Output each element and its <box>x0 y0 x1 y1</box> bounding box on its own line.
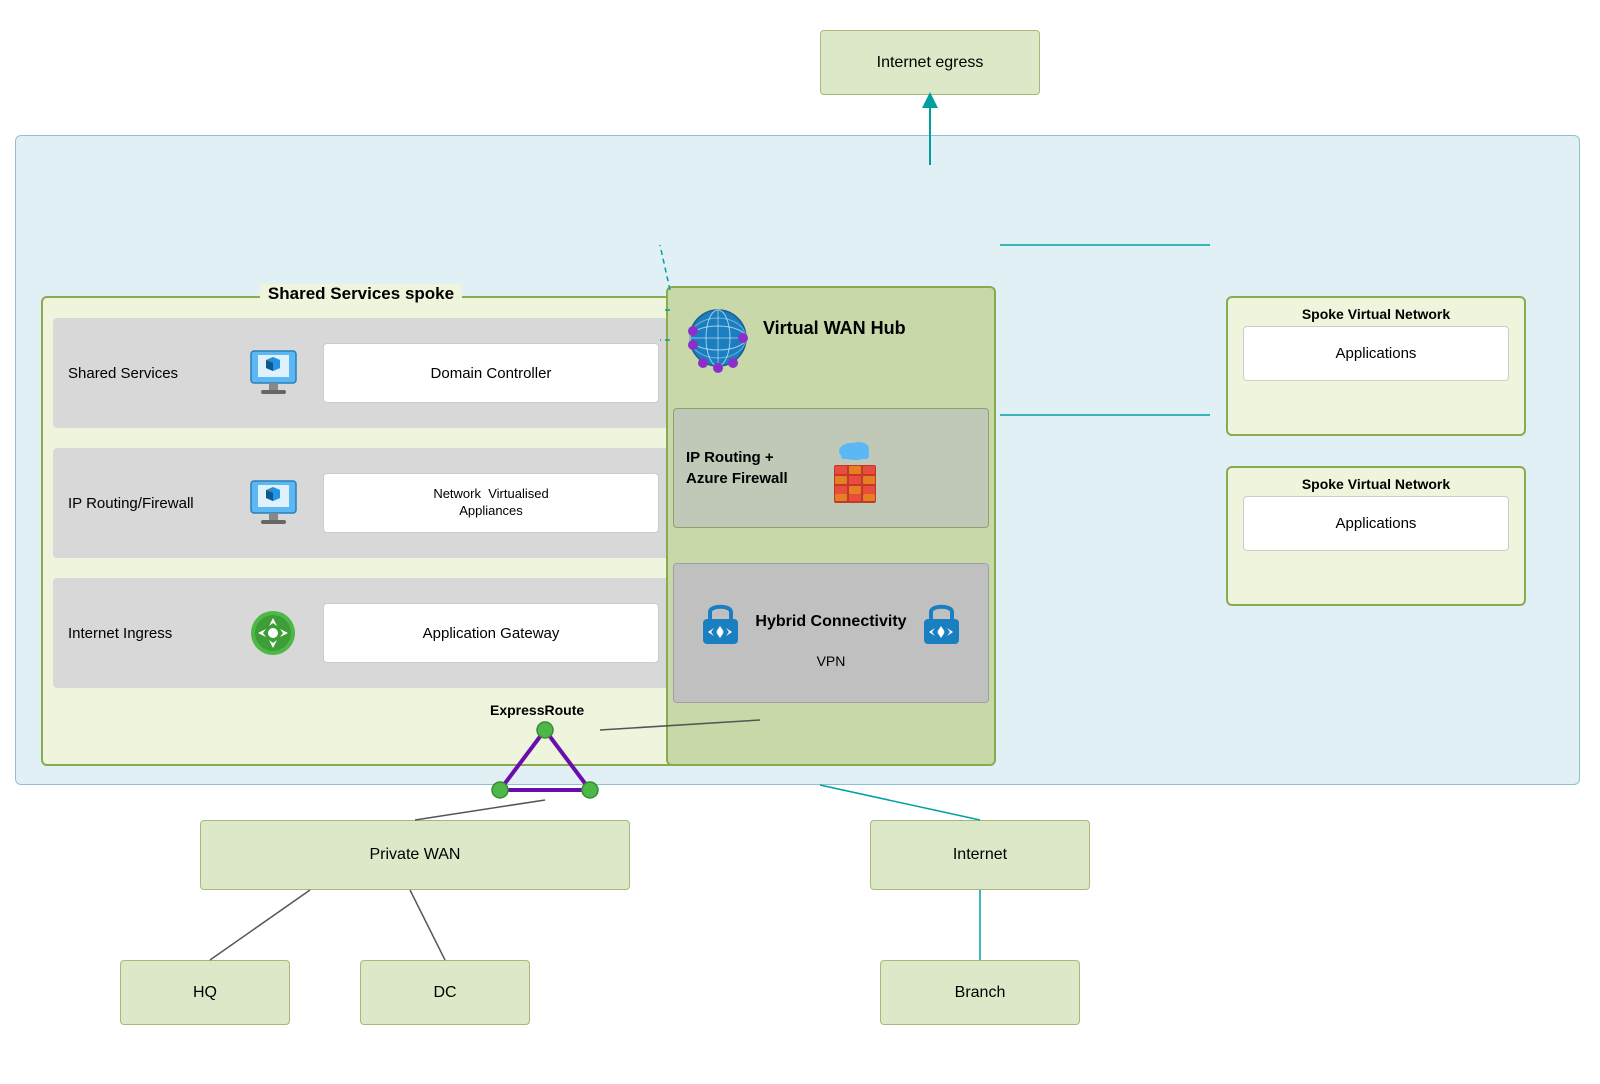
domain-controller-box: Domain Controller <box>323 343 659 403</box>
hq-label: HQ <box>193 984 217 1002</box>
monitor-icon-1 <box>233 346 313 401</box>
shared-services-spoke: Shared Services spoke Shared Services <box>41 296 681 766</box>
expressroute-area: ExpressRoute <box>485 720 605 805</box>
monitor-icon-2 <box>233 476 313 531</box>
service-row-ip-routing: IP Routing/Firewall Network VirtualisedA <box>53 448 669 558</box>
application-gateway-box: Application Gateway <box>323 603 659 663</box>
ip-routing-azure-label: IP Routing +Azure Firewall <box>674 447 834 489</box>
hybrid-connectivity-box: Hybrid Connectivity VPN <box>673 563 989 703</box>
internet-box: Internet <box>870 820 1090 890</box>
spoke-vnet-1: Spoke Virtual Network Applications <box>1226 296 1526 436</box>
shared-services-label: Shared Services <box>53 365 233 382</box>
shared-services-spoke-label: Shared Services spoke <box>260 284 462 304</box>
ip-routing-azure-box: IP Routing +Azure Firewall <box>673 408 989 528</box>
dc-box: DC <box>360 960 530 1025</box>
internet-egress-label: Internet egress <box>877 54 984 72</box>
private-wan-box: Private WAN <box>200 820 630 890</box>
vwan-hub: Virtual WAN Hub IP Routing +Azure Firewa… <box>666 286 996 766</box>
hq-box: HQ <box>120 960 290 1025</box>
spoke-vnet-2-title: Spoke Virtual Network <box>1228 468 1524 496</box>
internet-label: Internet <box>953 846 1007 864</box>
internet-ingress-label: Internet Ingress <box>53 625 233 642</box>
service-row-internet-ingress: Internet Ingress <box>53 578 669 688</box>
spoke-vnet-2: Spoke Virtual Network Applications <box>1226 466 1526 606</box>
expressroute-triangle-icon <box>485 720 605 800</box>
globe-icon <box>683 303 753 378</box>
firewall-icons <box>834 433 886 503</box>
branch-box: Branch <box>880 960 1080 1025</box>
ip-routing-firewall-label: IP Routing/Firewall <box>53 495 233 512</box>
vwan-hub-label: Virtual WAN Hub <box>763 318 906 339</box>
network-virtualised-box: Network VirtualisedAppliances <box>323 473 659 533</box>
spoke-vnet-1-title: Spoke Virtual Network <box>1228 298 1524 326</box>
routing-icon <box>233 606 313 661</box>
branch-label: Branch <box>955 984 1006 1002</box>
internet-egress-box: Internet egress <box>820 30 1040 95</box>
hybrid-connectivity-label: Hybrid Connectivity <box>755 612 906 633</box>
hybrid-text-block: Hybrid Connectivity <box>755 612 906 633</box>
dc-label: DC <box>433 984 456 1002</box>
main-azure-container: Shared Services spoke Shared Services <box>15 135 1580 785</box>
diagram-container: Internet egress Shared Services spoke Sh… <box>0 0 1600 1084</box>
spoke-vnet-2-applications: Applications <box>1243 496 1509 551</box>
private-wan-label: Private WAN <box>370 846 461 864</box>
lock-icon-right <box>919 597 964 647</box>
lock-icon-left <box>698 597 743 647</box>
vpn-label: VPN <box>817 653 846 669</box>
service-row-shared-services: Shared Services D <box>53 318 669 428</box>
hybrid-top-row: Hybrid Connectivity <box>698 597 963 647</box>
expressroute-label: ExpressRoute <box>490 702 584 718</box>
spoke-vnet-1-applications: Applications <box>1243 326 1509 381</box>
